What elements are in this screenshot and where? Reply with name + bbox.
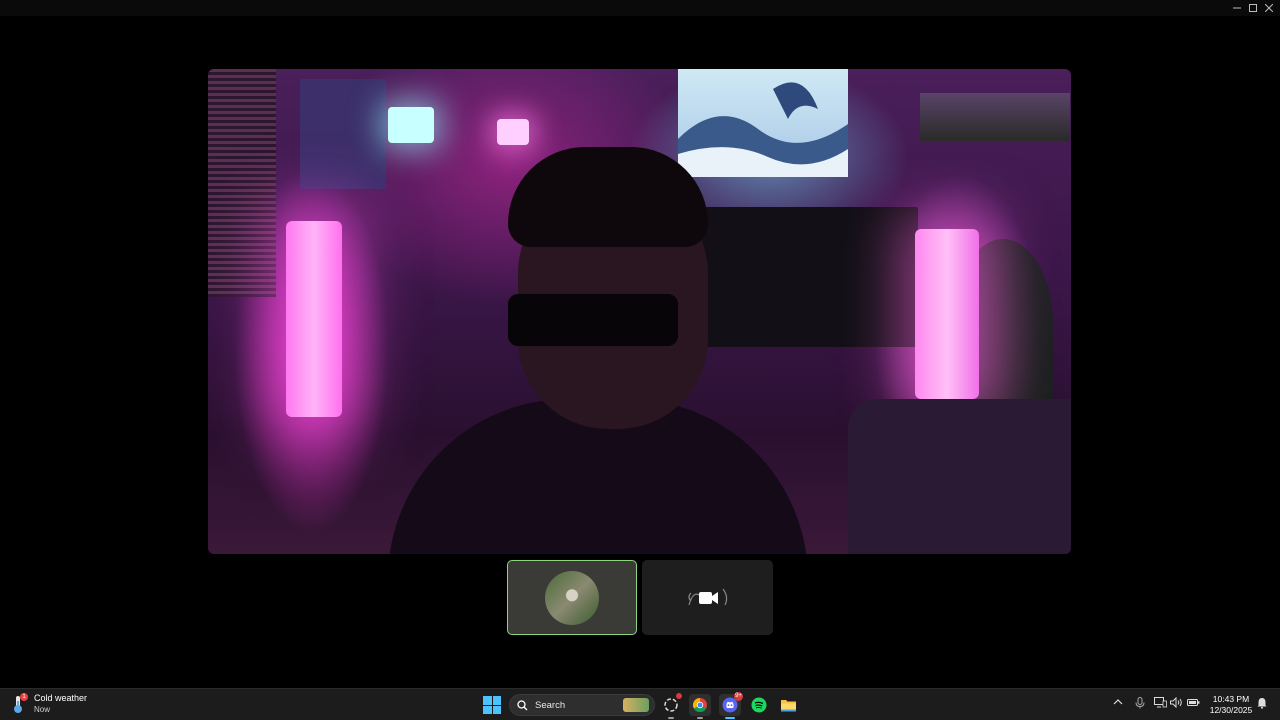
volume-button[interactable] <box>1170 697 1183 708</box>
participant-thumbnail-other[interactable] <box>642 560 773 635</box>
file-explorer-icon <box>780 699 796 711</box>
pendant-lamp-pink <box>497 119 529 145</box>
search-highlight-icon <box>623 698 649 712</box>
avatar <box>545 570 599 625</box>
sunglasses <box>508 294 678 346</box>
spotify-icon <box>751 697 767 713</box>
clock-time: 10:43 PM <box>1212 694 1250 704</box>
windows-logo-pane <box>492 696 501 705</box>
speaker-icon <box>1170 697 1182 708</box>
battery-button[interactable] <box>1187 697 1200 708</box>
search-icon <box>517 699 528 710</box>
start-button[interactable] <box>483 696 501 714</box>
participant-thumbnail-self[interactable] <box>507 560 637 635</box>
notification-dot <box>676 693 682 699</box>
title-bar <box>0 0 1280 16</box>
thermometer-icon: 1 <box>10 693 28 715</box>
taskbar-app-spotify[interactable] <box>748 694 770 716</box>
running-indicator <box>697 717 703 719</box>
network-icon <box>1154 697 1167 708</box>
chevron-up-icon <box>1113 699 1123 705</box>
bell-icon <box>1257 698 1267 709</box>
taskbar-app-ai[interactable] <box>660 693 682 719</box>
window-blinds <box>208 69 276 297</box>
wave-painting <box>678 69 848 177</box>
weather-subtitle: Now <box>34 705 51 714</box>
television <box>698 207 918 347</box>
discord-badge: 9+ <box>734 692 743 701</box>
taskbar-app-file-explorer[interactable] <box>777 694 799 716</box>
weather-alert-badge: 1 <box>20 693 28 701</box>
couch <box>848 399 1071 554</box>
windows-logo-pane <box>483 696 492 705</box>
chrome-icon <box>692 697 707 713</box>
wall-painting-right <box>920 93 1070 141</box>
main-video-feed[interactable] <box>208 69 1071 554</box>
battery-icon <box>1187 699 1200 706</box>
clock[interactable]: 10:43 PM 12/30/2025 <box>1206 694 1256 716</box>
taskbar: 1 Cold weather Now Search 9+ 10:43 PM 12… <box>0 688 1280 720</box>
ai-app-icon <box>664 698 678 712</box>
weather-widget[interactable]: 1 Cold weather Now <box>10 693 87 715</box>
pendant-lamp-cyan <box>388 107 434 143</box>
notifications-button[interactable] <box>1257 697 1267 709</box>
taskbar-app-discord[interactable]: 9+ <box>719 692 743 719</box>
taskbar-app-chrome[interactable] <box>689 694 711 719</box>
clock-date: 12/30/2025 <box>1209 705 1253 715</box>
person-hair <box>508 147 708 247</box>
close-icon <box>1265 4 1273 12</box>
show-hidden-icons-button[interactable] <box>1113 697 1123 707</box>
floor-lamp-left <box>286 221 342 417</box>
windows-logo-pane <box>492 705 501 714</box>
close-button[interactable] <box>1258 0 1280 16</box>
maximize-icon <box>1249 4 1257 12</box>
video-camera-icon <box>685 583 731 613</box>
weather-title: Cold weather <box>34 693 88 703</box>
microphone-icon <box>1135 697 1145 709</box>
minimize-icon <box>1233 7 1241 9</box>
active-indicator <box>725 717 735 719</box>
microphone-status[interactable] <box>1135 697 1145 709</box>
wall-painting-left <box>300 79 386 189</box>
network-button[interactable] <box>1154 697 1167 708</box>
running-indicator <box>668 717 674 719</box>
search-label: Search <box>535 699 566 711</box>
floor-lamp-right <box>915 229 979 399</box>
search-box[interactable]: Search <box>509 694 655 716</box>
windows-logo-pane <box>483 705 492 714</box>
